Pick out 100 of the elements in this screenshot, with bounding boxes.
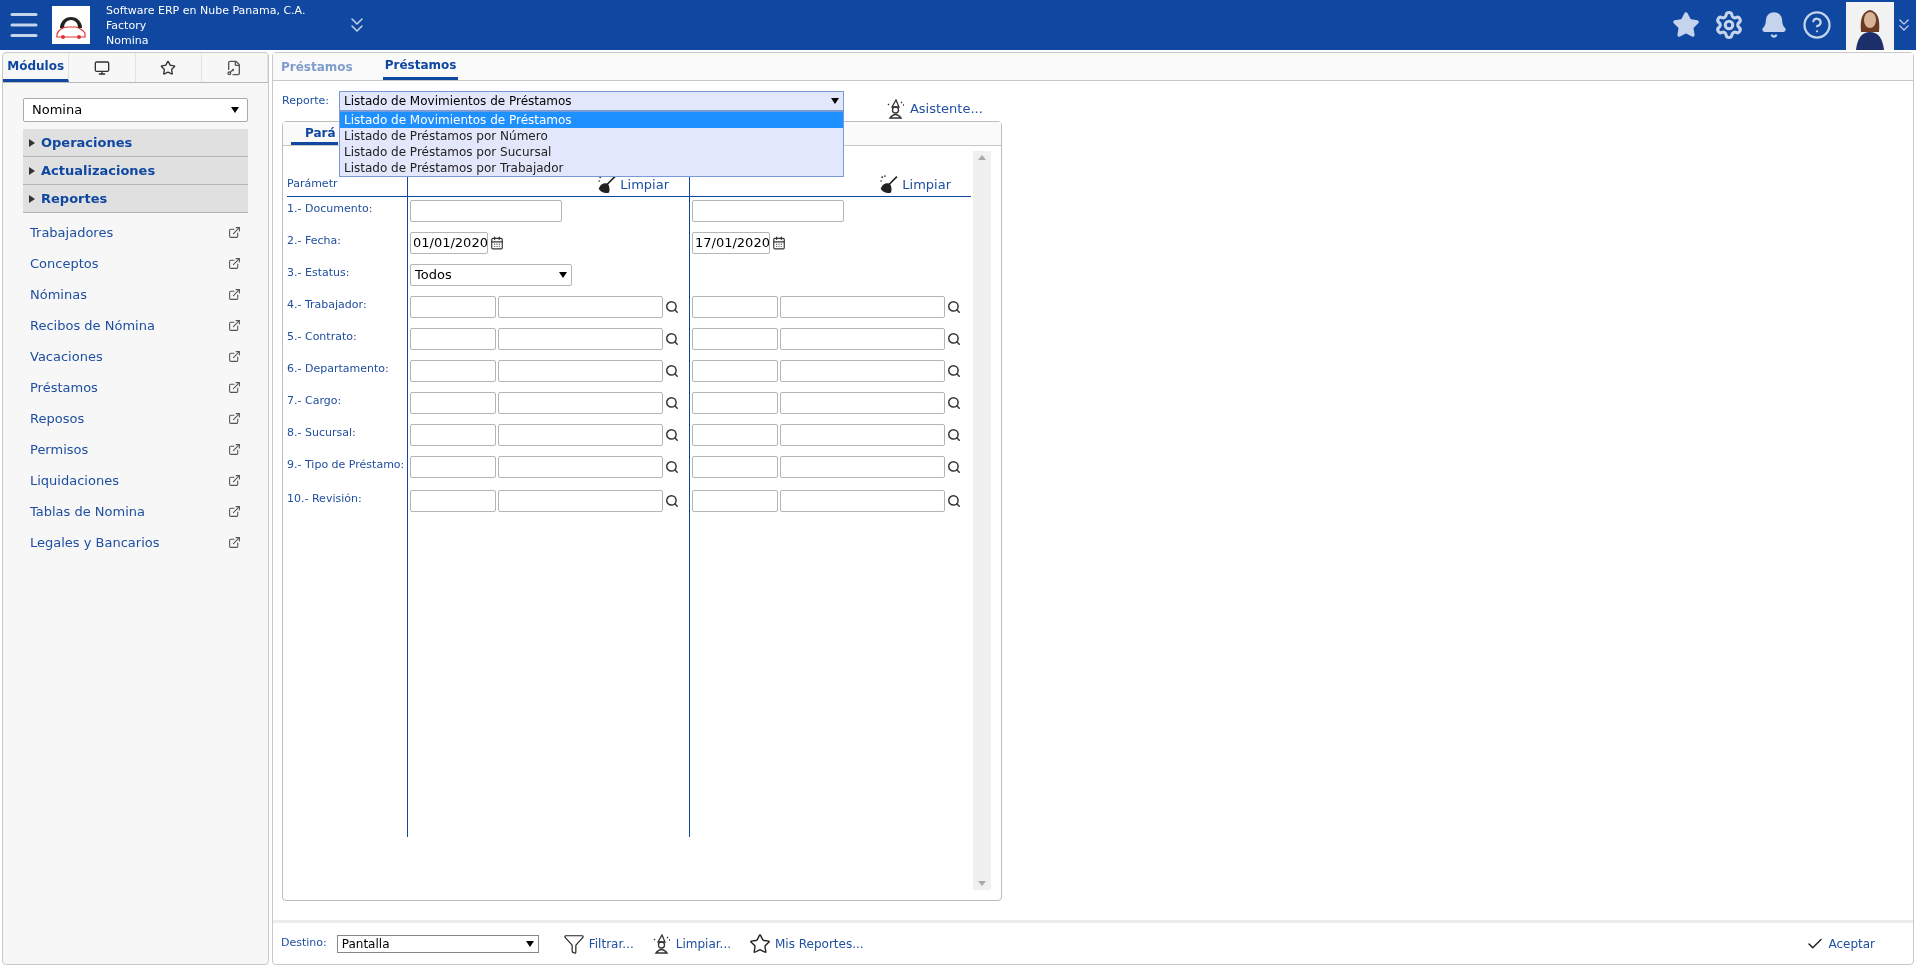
settings-icon[interactable] [1714,10,1744,40]
clear-button[interactable]: Limpiar [880,174,951,194]
search-icon[interactable] [665,460,679,474]
star-icon[interactable] [1672,11,1700,39]
footer-action-button[interactable]: Limpiar... [651,933,731,954]
search-icon[interactable] [665,396,679,410]
footer-action-button[interactable]: Mis Reportes... [749,932,864,955]
module-link[interactable]: Liquidaciones [30,470,119,491]
bell-icon[interactable] [1760,11,1788,39]
code-field[interactable] [410,424,496,446]
description-field[interactable] [780,296,945,318]
section-header[interactable]: Operaciones [23,129,248,157]
code-field[interactable] [410,360,496,382]
module-select[interactable]: Nomina [23,98,248,122]
code-field[interactable] [692,392,778,414]
description-field[interactable] [780,456,945,478]
code-field[interactable] [410,296,496,318]
calendar-icon[interactable] [490,236,504,250]
module-link[interactable]: Recibos de Nómina [30,315,155,336]
description-field[interactable] [780,392,945,414]
external-link-icon[interactable] [228,226,241,239]
report-select[interactable]: Listado de Movimientos de Préstamos [338,91,844,111]
date-field[interactable]: 17/01/2020 [692,232,770,254]
date-field[interactable]: 01/01/2020 [410,232,488,254]
broom-icon [598,175,617,194]
search-icon[interactable] [947,300,961,314]
code-field[interactable] [410,490,496,512]
description-field[interactable] [498,424,663,446]
text-field[interactable] [410,200,562,222]
caret-icon [29,166,35,175]
description-field[interactable] [498,360,663,382]
dropdown-arrow-icon [559,272,567,278]
search-icon[interactable] [665,300,679,314]
report-option[interactable]: Listado de Préstamos por Trabajador [339,160,843,176]
module-link[interactable]: Nóminas [30,284,87,305]
external-link-icon[interactable] [228,412,241,425]
external-link-icon[interactable] [228,288,241,301]
section-header[interactable]: Reportes [23,185,248,213]
code-field[interactable] [692,490,778,512]
module-link[interactable]: Trabajadores [30,222,114,243]
code-field[interactable] [692,296,778,318]
assistant-button[interactable]: Asistente... [885,99,983,119]
footer-action-button[interactable]: Filtrar... [562,932,634,955]
search-icon[interactable] [665,364,679,378]
code-field[interactable] [692,424,778,446]
external-link-icon[interactable] [228,536,241,549]
external-link-icon[interactable] [228,319,241,332]
search-icon[interactable] [947,428,961,442]
module-link[interactable]: Permisos [30,439,89,460]
module-link[interactable]: Conceptos [30,253,99,274]
description-field[interactable] [498,328,663,350]
report-option[interactable]: Listado de Préstamos por Sucursal [339,144,843,160]
avatar-icon[interactable] [1846,2,1894,50]
search-icon[interactable] [665,494,679,508]
search-icon[interactable] [947,494,961,508]
description-field[interactable] [498,456,663,478]
clear-button[interactable]: Limpiar [598,174,669,194]
external-link-icon[interactable] [228,443,241,456]
external-link-icon[interactable] [228,381,241,394]
search-icon[interactable] [665,428,679,442]
report-option[interactable]: Listado de Préstamos por Número [339,128,843,144]
external-link-icon[interactable] [228,257,241,270]
code-field[interactable] [692,456,778,478]
parameter-label: 7.- Cargo: [287,393,342,407]
external-link-icon[interactable] [228,350,241,363]
module-link[interactable]: Reposos [30,408,85,429]
search-icon[interactable] [947,396,961,410]
description-field[interactable] [780,424,945,446]
section-header[interactable]: Actualizaciones [23,157,248,185]
help-icon[interactable] [1802,10,1832,40]
external-link-icon[interactable] [228,505,241,518]
code-field[interactable] [410,328,496,350]
code-field[interactable] [410,456,496,478]
description-field[interactable] [780,360,945,382]
search-icon[interactable] [947,364,961,378]
description-field[interactable] [780,328,945,350]
search-icon[interactable] [947,460,961,474]
module-link[interactable]: Préstamos [30,377,98,398]
wizard-icon [885,99,906,119]
search-icon[interactable] [665,332,679,346]
search-icon[interactable] [947,332,961,346]
sidebar-tab[interactable]: Módulos [3,53,70,82]
calendar-icon[interactable] [772,236,786,250]
code-field[interactable] [692,360,778,382]
description-field[interactable] [498,296,663,318]
description-field[interactable] [498,490,663,512]
destination-select[interactable]: Pantalla [336,934,539,953]
code-field[interactable] [410,392,496,414]
status-select[interactable]: Todos [410,264,572,286]
report-tab[interactable]: Préstamos [382,53,459,80]
module-link[interactable]: Vacaciones [30,346,103,367]
text-field[interactable] [692,200,844,222]
description-field[interactable] [498,392,663,414]
module-link[interactable]: Tablas de Nomina [30,501,146,522]
module-link[interactable]: Legales y Bancarios [30,532,160,553]
accept-button[interactable]: Aceptar [1806,934,1875,953]
description-field[interactable] [780,490,945,512]
code-field[interactable] [692,328,778,350]
external-link-icon[interactable] [228,474,241,487]
parameters-tab[interactable]: Pará [291,123,338,145]
